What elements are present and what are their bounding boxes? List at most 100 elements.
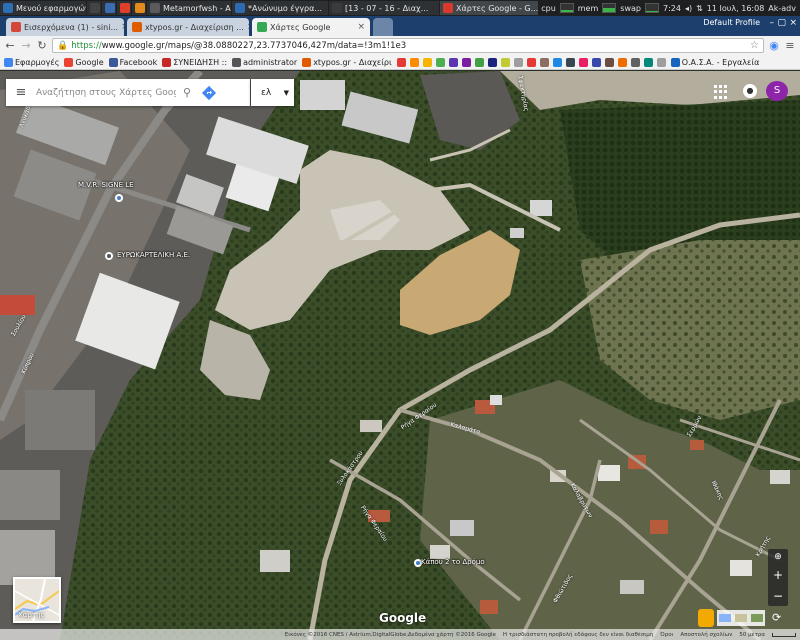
profile-name[interactable]: Default Profile (703, 18, 760, 27)
hamburger-menu-icon[interactable]: ≡ (6, 85, 36, 100)
bookmark-favicon[interactable] (539, 57, 549, 67)
bookmark-favicon[interactable] (552, 57, 562, 67)
bookmark-favicon[interactable] (422, 57, 432, 67)
tab-google-maps[interactable]: Χάρτες Google × (252, 18, 370, 36)
taskbar-item[interactable]: *Ανώνυμο έγγρα... (232, 1, 328, 15)
bookmark-oasa[interactable]: Ο.Α.Σ.Α. - Εργαλεία (670, 57, 759, 67)
bookmark-google[interactable]: Google (64, 57, 104, 67)
os-taskbar: Μενού εφαρμογών Metamorfwsh - A... *Ανώνυμ… (0, 0, 800, 16)
bookmark-facebook[interactable]: Facebook (108, 57, 157, 67)
bookmark-favicon[interactable] (474, 57, 484, 67)
scale-bar (772, 632, 796, 637)
place-label[interactable]: M.V.R. SIGNE LE (78, 181, 134, 189)
new-tab-button[interactable] (373, 18, 393, 36)
apps-grid-icon[interactable] (714, 85, 728, 99)
bookmark-favicon[interactable] (656, 57, 666, 67)
taskbar-item[interactable] (87, 1, 101, 15)
bookmark-favicon[interactable] (591, 57, 601, 67)
bookmark-favicon[interactable] (409, 57, 419, 67)
place-label[interactable]: ΕΥΡΩΚΑΡΤΕΛΙΚΗ Α.Ε. (117, 251, 190, 259)
app-icon (235, 3, 245, 13)
back-arrow-icon[interactable]: ← (4, 39, 16, 52)
taskbar-item[interactable]: Metamorfwsh - A... (147, 1, 231, 15)
clock[interactable]: 11 Ιουλ, 16:08 (707, 4, 764, 13)
bookmark-favicon[interactable] (578, 57, 588, 67)
bookmark-favicon[interactable] (513, 57, 523, 67)
taskbar-item[interactable]: [13 - 07 - 16 - Διαχ... (329, 1, 439, 15)
maximize-icon[interactable]: ▢ (777, 18, 786, 28)
terms-link[interactable]: Όροι (660, 632, 673, 638)
forward-arrow-icon[interactable]: → (20, 39, 32, 52)
taskbar-item[interactable]: Μενού εφαρμογών (0, 1, 86, 15)
reload-icon[interactable]: ↻ (36, 39, 48, 52)
bookmark-favicon[interactable] (500, 57, 510, 67)
close-window-icon[interactable]: × (789, 18, 797, 28)
bookmarks-bar: Εφαρμογές Google Facebook ΣΥΝΕΙΔΗΣΗ :: a… (0, 55, 800, 70)
app-icon (90, 3, 100, 13)
satellite-map[interactable]: M.V.R. SIGNE LE ΕΥΡΩΚΑΡΤΕΛΙΚΗ Α.Ε. Κάπου 2… (0, 71, 800, 640)
taskbar-item[interactable]: Χάρτες Google - G... (440, 1, 538, 15)
bookmark-favicon[interactable] (396, 57, 406, 67)
minimize-icon[interactable]: – (770, 18, 775, 28)
imagery-credits[interactable]: Εικόνες ©2016 CNES / Astrium,DigitalGlob… (285, 632, 496, 638)
taskbar-item-label: [13 - 07 - 16 - Διαχ... (345, 3, 429, 13)
volume-icon[interactable]: ◂) (685, 4, 692, 13)
menu-icon[interactable]: ≡ (784, 39, 796, 52)
url-text[interactable]: https://www.google.gr/maps/@38.0880227,2… (71, 41, 406, 51)
star-icon[interactable]: ☆ (750, 40, 759, 51)
notifications-icon[interactable]: ● (743, 84, 757, 98)
bookmark-favicon[interactable] (643, 57, 653, 67)
bookmark-administrator[interactable]: administrator (232, 57, 297, 67)
map-footer: Εικόνες ©2016 CNES / Astrium,DigitalGlob… (0, 629, 800, 640)
taskbar-items: Μενού εφαρμογών Metamorfwsh - A... *Ανώνυμ… (0, 0, 539, 16)
compass-icon[interactable]: ⊕ (774, 552, 782, 562)
place-label[interactable]: Κάπου 2 το Δρόμο (421, 558, 485, 566)
taskbar-item[interactable] (132, 1, 146, 15)
close-icon[interactable]: × (121, 22, 124, 32)
bookmark-favicon[interactable] (461, 57, 471, 67)
bookmark-favicon[interactable] (604, 57, 614, 67)
layer-thumb[interactable] (719, 614, 731, 622)
bookmark-syneidisi[interactable]: ΣΥΝΕΙΔΗΣΗ :: (162, 57, 227, 67)
feedback-link[interactable]: Αποστολή σχολίων (680, 632, 732, 638)
pegman-icon[interactable] (698, 609, 714, 627)
zoom-out-button[interactable]: − (773, 589, 783, 603)
imagery-layers[interactable] (717, 610, 765, 626)
close-icon[interactable]: × (357, 22, 365, 32)
extension-icon[interactable]: ◉ (768, 39, 780, 52)
user-name[interactable]: Ak-adv (768, 4, 796, 13)
bookmark-favicon[interactable] (630, 57, 640, 67)
layer-thumb[interactable] (751, 614, 763, 622)
tab-label: xtypos.gr - Διαχείριση ... (145, 22, 244, 32)
taskbar-item[interactable] (102, 1, 116, 15)
bookmark-favicon[interactable] (617, 57, 627, 67)
rotate-icon[interactable]: ⟳ (772, 611, 781, 624)
taskbar-tray: cpu mem swap 7:24 ◂) ⇅ 11 Ιουλ, 16:08 Ak… (541, 3, 800, 13)
bookmark-xtypos[interactable]: xtypos.gr - Διαχείρι (302, 57, 392, 67)
taskbar-item[interactable] (117, 1, 131, 15)
bookmark-favicon[interactable] (565, 57, 575, 67)
search-icon[interactable]: ⚲ (176, 86, 198, 99)
close-icon[interactable]: × (247, 22, 249, 32)
search-input[interactable] (36, 87, 176, 98)
bookmark-favicon[interactable] (526, 57, 536, 67)
map-view-toggle[interactable]: Χάρτης (13, 577, 61, 623)
tab-xtypos[interactable]: xtypos.gr - Διαχείριση ... × (127, 18, 249, 36)
bookmark-favicon[interactable] (448, 57, 458, 67)
app-icon (332, 3, 342, 13)
bookmark-favicon[interactable] (487, 57, 497, 67)
bookmark-favicon[interactable] (435, 57, 445, 67)
network-icon[interactable]: ⇅ (696, 4, 703, 13)
zoom-in-button[interactable]: + (773, 568, 783, 582)
address-bar[interactable]: 🔒 https://www.google.gr/maps/@38.0880227… (52, 38, 764, 53)
scale-label[interactable]: 50 μέτρα (739, 632, 765, 638)
avatar[interactable]: S (766, 81, 788, 101)
satellite-imagery[interactable] (0, 71, 800, 640)
bookmark-apps[interactable]: Εφαρμογές (4, 57, 59, 67)
tab-label: Χάρτες Google (270, 22, 331, 32)
layer-thumb[interactable] (735, 614, 747, 622)
language-select[interactable]: ελ ▼ (251, 79, 294, 106)
map-view-label: Χάρτης (18, 611, 45, 619)
tab-inbox[interactable]: Εισερχόμενα (1) - sini... × (6, 18, 124, 36)
directions-icon[interactable] (198, 82, 220, 104)
